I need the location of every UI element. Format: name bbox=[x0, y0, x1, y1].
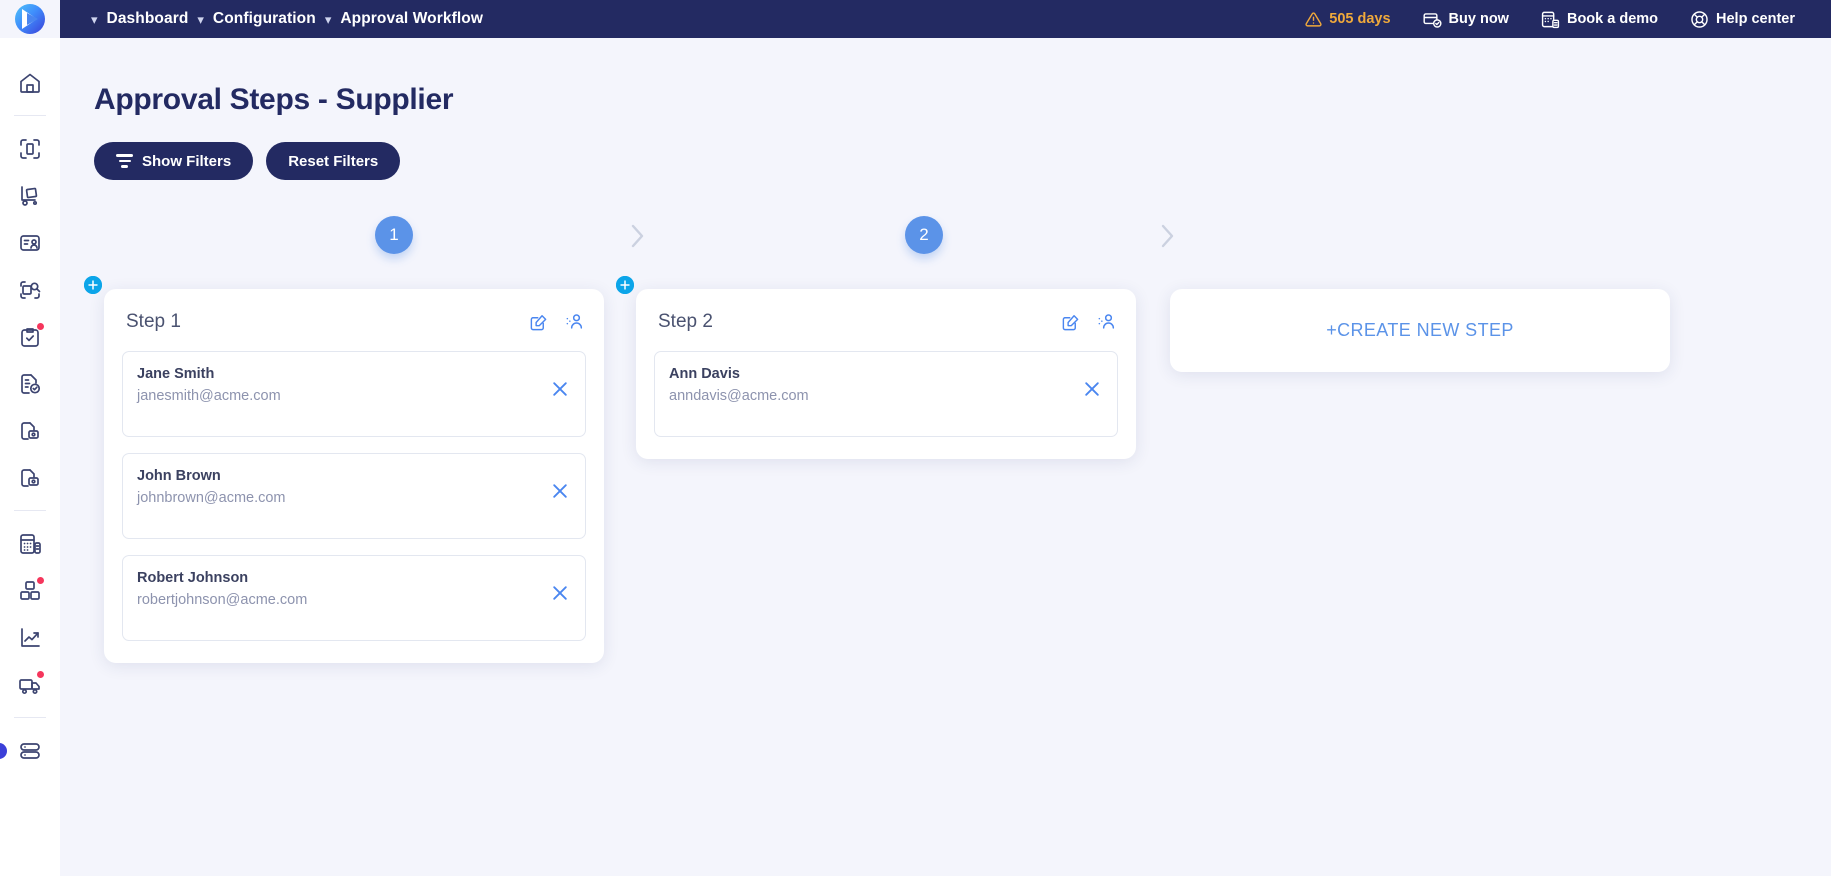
reset-filters-button[interactable]: Reset Filters bbox=[266, 142, 401, 180]
remove-approver-icon[interactable] bbox=[1081, 378, 1103, 400]
show-filters-label: Show Filters bbox=[142, 152, 232, 170]
approver-email: robertjohnson@acme.com bbox=[137, 592, 308, 609]
breadcrumb-item-approval-workflow[interactable]: Approval Workflow bbox=[340, 10, 483, 28]
edit-square-icon[interactable] bbox=[529, 313, 548, 332]
remove-approver-icon[interactable] bbox=[549, 582, 571, 604]
approver-email: anndavis@acme.com bbox=[669, 388, 809, 405]
approver-email: johnbrown@acme.com bbox=[137, 490, 286, 507]
trial-days-label: 505 days bbox=[1329, 11, 1391, 27]
top-bar: ▾ Dashboard ▾ Configuration ▾ Approval W… bbox=[0, 0, 1831, 38]
edit-square-icon[interactable] bbox=[1061, 313, 1080, 332]
sidebar-item-tasks[interactable] bbox=[7, 314, 53, 360]
breadcrumb-item-dashboard[interactable]: Dashboard bbox=[107, 10, 189, 28]
sidebar-separator bbox=[14, 717, 46, 718]
help-center-button[interactable]: Help center bbox=[1674, 10, 1811, 29]
sidebar-item-inventory[interactable] bbox=[7, 568, 53, 614]
step-card-actions bbox=[529, 312, 584, 332]
approver-row: Robert Johnson robertjohnson@acme.com bbox=[122, 555, 586, 641]
add-step-before-2-button[interactable] bbox=[616, 276, 634, 294]
approver-name: John Brown bbox=[137, 468, 221, 484]
top-bar-actions: 505 days Buy now Book a demo Help center bbox=[1289, 10, 1831, 29]
sidebar-item-secure-file-2[interactable] bbox=[7, 455, 53, 501]
step-arrow-icon bbox=[1155, 218, 1179, 254]
remove-approver-icon[interactable] bbox=[549, 480, 571, 502]
sidebar-item-document-search[interactable] bbox=[7, 267, 53, 313]
main-content: Approval Steps - Supplier Show Filters R… bbox=[60, 38, 1831, 876]
chevron-down-icon[interactable]: ▾ bbox=[188, 13, 213, 26]
step-card-header: Step 2 bbox=[654, 309, 1118, 335]
add-person-icon[interactable] bbox=[1096, 312, 1116, 332]
remove-approver-icon[interactable] bbox=[549, 378, 571, 400]
add-step-before-1-button[interactable] bbox=[84, 276, 102, 294]
sidebar-item-contact-card[interactable] bbox=[7, 220, 53, 266]
add-person-icon[interactable] bbox=[564, 312, 584, 332]
breadcrumb: ▾ Dashboard ▾ Configuration ▾ Approval W… bbox=[82, 10, 483, 28]
sidebar-item-delivery[interactable] bbox=[7, 173, 53, 219]
step-indicator-number: 1 bbox=[389, 225, 399, 244]
filter-icon bbox=[116, 154, 133, 168]
filter-toolbar: Show Filters Reset Filters bbox=[60, 117, 1831, 180]
approver-row: Jane Smith janesmith@acme.com bbox=[122, 351, 586, 437]
step-card-2: Step 2 Ann Davis anndavis@acme.com bbox=[636, 289, 1136, 459]
book-a-demo-button[interactable]: Book a demo bbox=[1525, 10, 1674, 29]
trial-days-indicator[interactable]: 505 days bbox=[1289, 11, 1406, 28]
sidebar-item-analytics[interactable] bbox=[7, 615, 53, 661]
step-indicator-number: 2 bbox=[919, 225, 929, 244]
step-card-title: Step 2 bbox=[658, 311, 713, 332]
sidebar-item-shipping[interactable] bbox=[7, 662, 53, 708]
show-filters-button[interactable]: Show Filters bbox=[94, 142, 254, 180]
sidebar bbox=[0, 38, 60, 876]
chevron-down-icon[interactable]: ▾ bbox=[82, 13, 107, 26]
approver-email: janesmith@acme.com bbox=[137, 388, 281, 405]
sidebar-item-scan-document[interactable] bbox=[7, 126, 53, 172]
sidebar-item-document-approved[interactable] bbox=[7, 361, 53, 407]
book-a-demo-label: Book a demo bbox=[1566, 11, 1659, 27]
calendar-demo-icon bbox=[1541, 10, 1560, 29]
active-indicator bbox=[0, 743, 7, 759]
step-card-actions bbox=[1061, 312, 1116, 332]
approver-name: Robert Johnson bbox=[137, 570, 249, 586]
breadcrumb-item-configuration[interactable]: Configuration bbox=[213, 10, 316, 28]
buy-now-button[interactable]: Buy now bbox=[1407, 10, 1525, 29]
step-card-header: Step 1 bbox=[122, 309, 586, 335]
sidebar-separator bbox=[14, 510, 46, 511]
approver-name: Jane Smith bbox=[137, 366, 215, 382]
reset-filters-label: Reset Filters bbox=[288, 152, 379, 170]
sidebar-separator bbox=[14, 115, 46, 116]
chevron-down-icon[interactable]: ▾ bbox=[316, 13, 341, 26]
step-card-1: Step 1 Jane Smith janesmith@acme.com Joh… bbox=[104, 289, 604, 663]
app-logo[interactable] bbox=[0, 0, 60, 38]
create-new-step-label: +CREATE NEW STEP bbox=[1326, 320, 1514, 340]
workflow-step-indicators: 1 2 bbox=[60, 216, 1831, 276]
sidebar-item-accounting[interactable] bbox=[7, 521, 53, 567]
warning-triangle-icon bbox=[1305, 11, 1322, 28]
page-title: Approval Steps - Supplier bbox=[94, 83, 454, 116]
approver-row: John Brown johnbrown@acme.com bbox=[122, 453, 586, 539]
create-new-step-button[interactable]: +CREATE NEW STEP bbox=[1170, 289, 1670, 372]
step-card-title: Step 1 bbox=[126, 311, 181, 332]
lifebuoy-icon bbox=[1690, 10, 1709, 29]
notification-badge bbox=[36, 576, 45, 585]
notification-badge bbox=[36, 322, 45, 331]
step-indicator-1[interactable]: 1 bbox=[375, 216, 413, 254]
sidebar-item-home[interactable] bbox=[7, 60, 53, 106]
step-arrow-icon bbox=[625, 218, 649, 254]
approver-name: Ann Davis bbox=[669, 366, 740, 382]
help-center-label: Help center bbox=[1716, 11, 1795, 27]
step-indicator-2[interactable]: 2 bbox=[905, 216, 943, 254]
notification-badge bbox=[36, 670, 45, 679]
sidebar-item-master-data[interactable] bbox=[0, 728, 53, 774]
buy-now-label: Buy now bbox=[1448, 11, 1509, 27]
card-check-icon bbox=[1423, 10, 1442, 29]
company-logo-icon bbox=[15, 4, 45, 34]
approver-row: Ann Davis anndavis@acme.com bbox=[654, 351, 1118, 437]
sidebar-item-secure-file-1[interactable] bbox=[7, 408, 53, 454]
